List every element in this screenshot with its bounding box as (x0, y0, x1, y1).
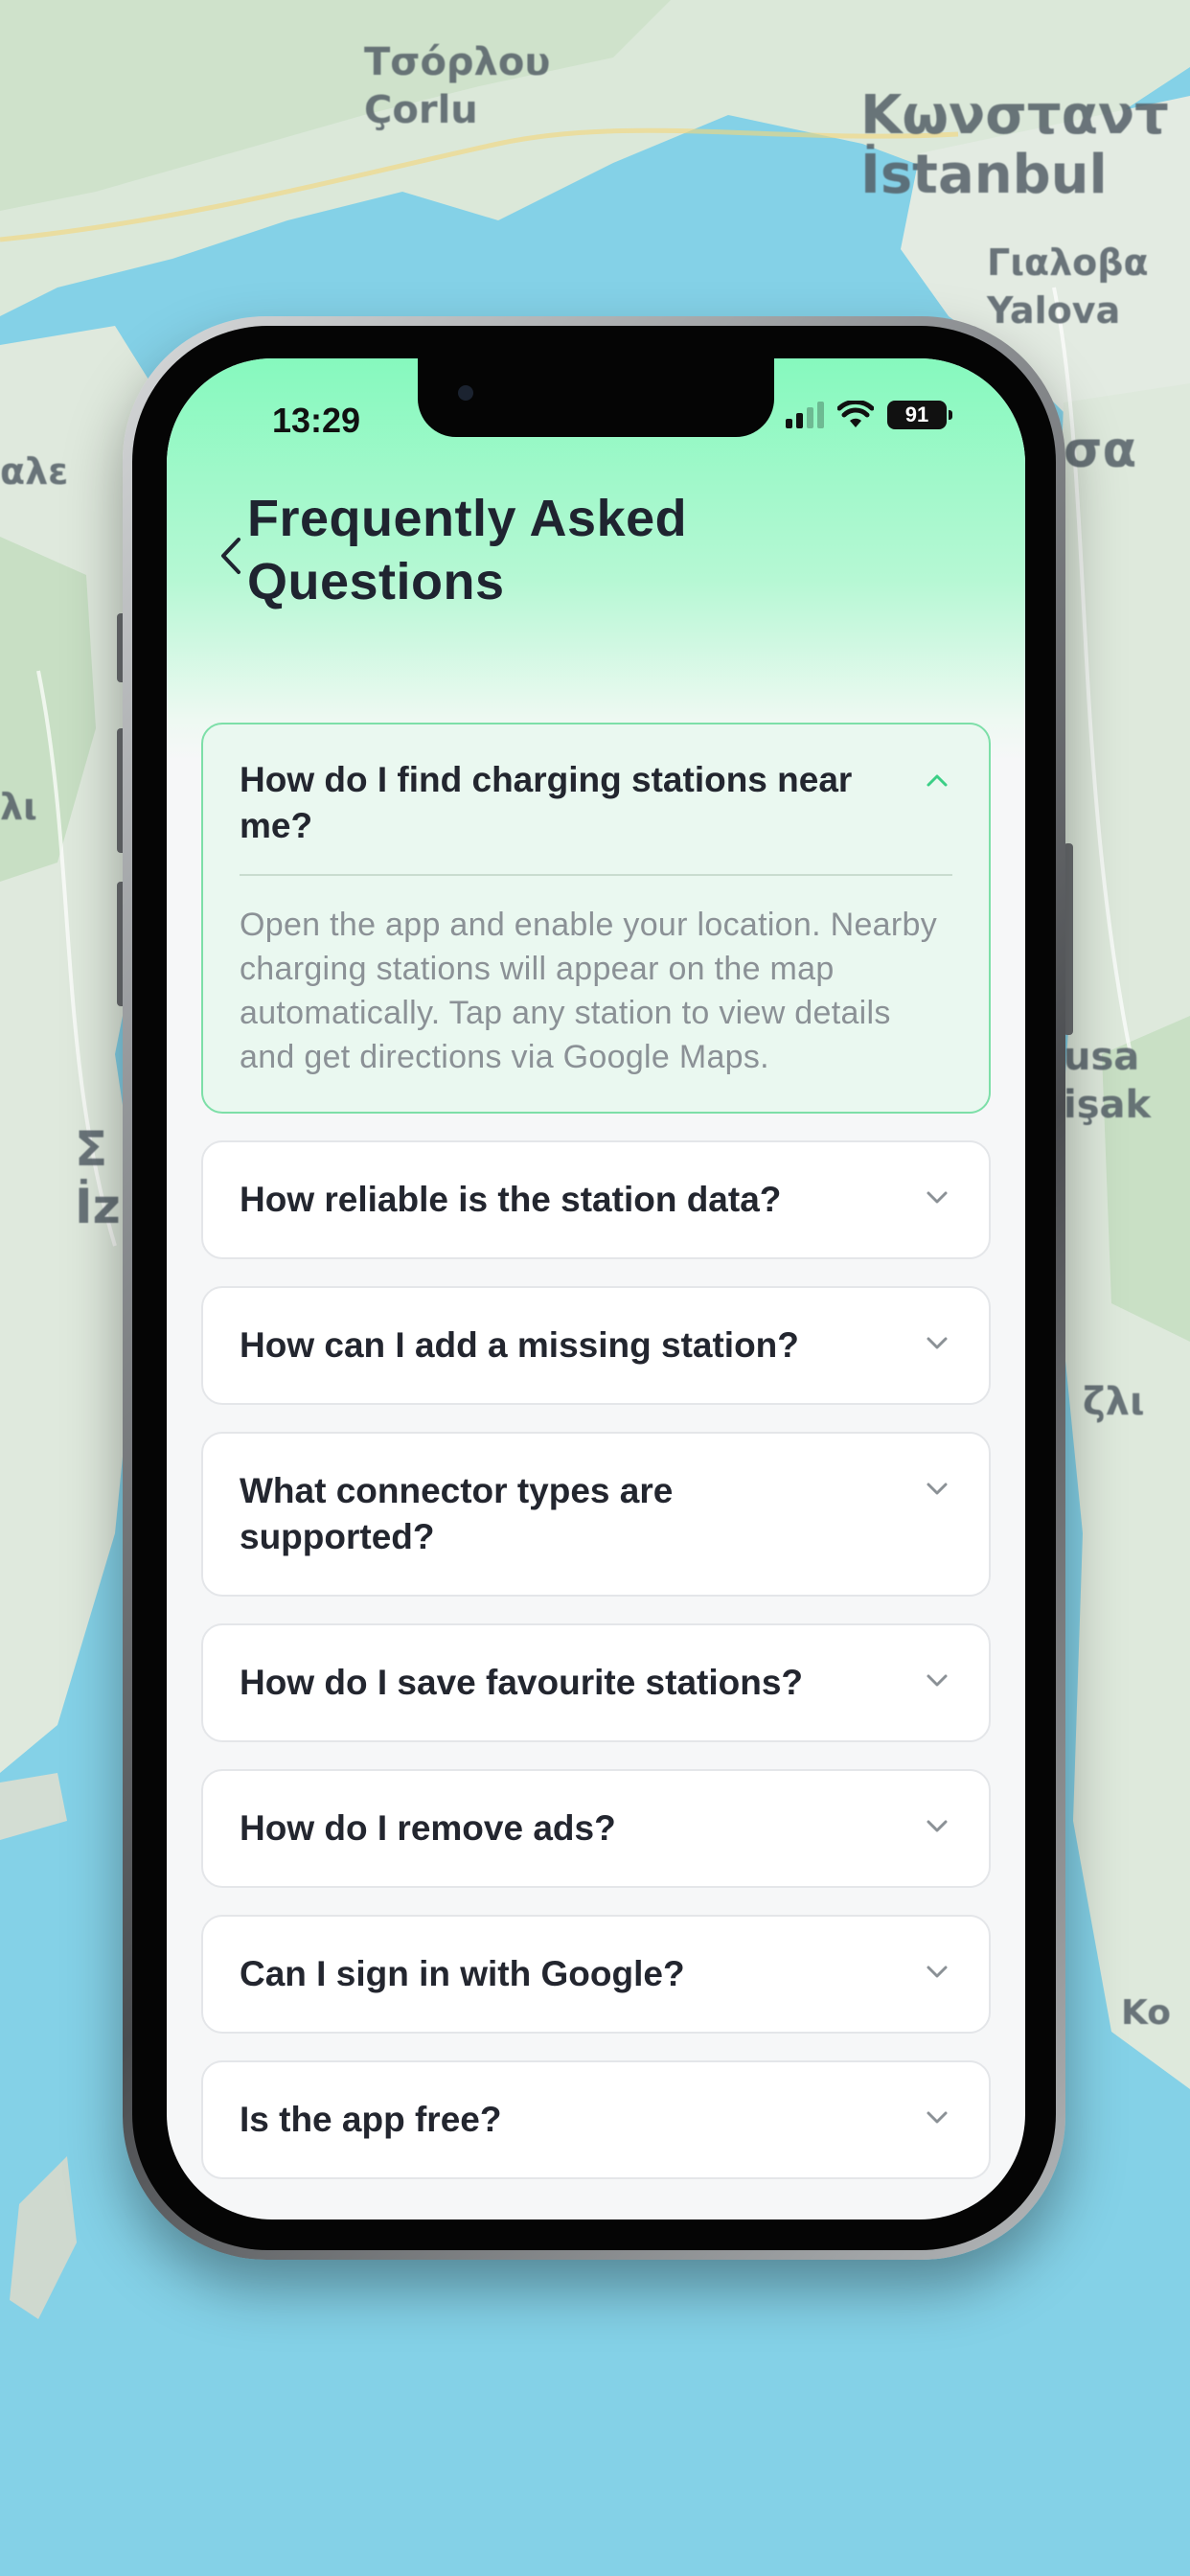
status-icons: 91 (786, 401, 952, 429)
faq-item[interactable]: What connector types are supported? (201, 1432, 991, 1597)
map-label: Yalova (987, 289, 1121, 332)
faq-question[interactable]: What connector types are supported? (240, 1434, 952, 1595)
faq-item[interactable]: How reliable is the station data? (201, 1140, 991, 1259)
faq-question[interactable]: Is the app free? (240, 2062, 952, 2177)
map-label: Çorlu (364, 88, 478, 132)
chevron-down-icon[interactable] (924, 1813, 950, 1840)
map-label: Κωνσταντ (860, 84, 1169, 147)
chevron-down-icon[interactable] (924, 1668, 950, 1694)
wifi-icon (837, 401, 874, 427)
faq-question[interactable]: How do I save favourite stations? (240, 1625, 952, 1740)
faq-question[interactable]: How do I remove ads? (240, 1771, 952, 1886)
faq-item[interactable]: How can I add a missing station? (201, 1286, 991, 1405)
chevron-down-icon[interactable] (924, 2104, 950, 2131)
phone-screen: 13:29 91 Frequently Asked Questions How … (167, 358, 1025, 2220)
faq-answer: Open the app and enable your location. N… (240, 907, 937, 1075)
faq-item[interactable]: Is the app free? (201, 2060, 991, 2179)
faq-question[interactable]: How do I find charging stations near me? (240, 724, 952, 874)
faq-question[interactable]: How reliable is the station data? (240, 1142, 952, 1257)
status-time: 13:29 (272, 401, 361, 440)
page-title: Frequently Asked Questions (247, 490, 688, 610)
map-label: usa (1064, 1035, 1140, 1079)
faq-item[interactable]: Can I sign in with Google? (201, 1915, 991, 2034)
map-label: işak (1064, 1083, 1152, 1127)
chevron-left-icon (221, 538, 240, 574)
front-camera (458, 385, 473, 401)
map-label: Τσόρλου (364, 40, 551, 84)
cellular-signal-icon (786, 402, 824, 428)
faq-list: How do I find charging stations near me?… (201, 723, 991, 2206)
map-label: Ko (1121, 1993, 1171, 2033)
map-label: İstanbul (860, 144, 1108, 206)
chevron-down-icon[interactable] (924, 1959, 950, 1986)
battery-icon: 91 (887, 401, 952, 429)
map-label: αλε (0, 450, 69, 493)
faq-question[interactable]: How can I add a missing station? (240, 1288, 952, 1403)
faq-item[interactable]: How do I find charging stations near me?… (201, 723, 991, 1114)
chevron-down-icon[interactable] (924, 1184, 950, 1211)
map-label: ζλι (1083, 1380, 1145, 1424)
faq-item[interactable]: How do I remove ads? (201, 1769, 991, 1888)
notch (418, 358, 774, 437)
chevron-down-icon[interactable] (924, 1330, 950, 1357)
map-label: λι (0, 786, 37, 828)
chevron-down-icon[interactable] (924, 1476, 950, 1503)
faq-question[interactable]: Can I sign in with Google? (240, 1917, 952, 2032)
map-label: Σ (75, 1121, 108, 1177)
map-label: Γιαλοβα (987, 242, 1149, 284)
map-label: σα (1064, 422, 1137, 479)
chevron-up-icon[interactable] (924, 767, 950, 794)
faq-item[interactable]: How do I save favourite stations? (201, 1623, 991, 1742)
map-label: İz (75, 1179, 121, 1234)
back-button[interactable] (207, 527, 253, 585)
